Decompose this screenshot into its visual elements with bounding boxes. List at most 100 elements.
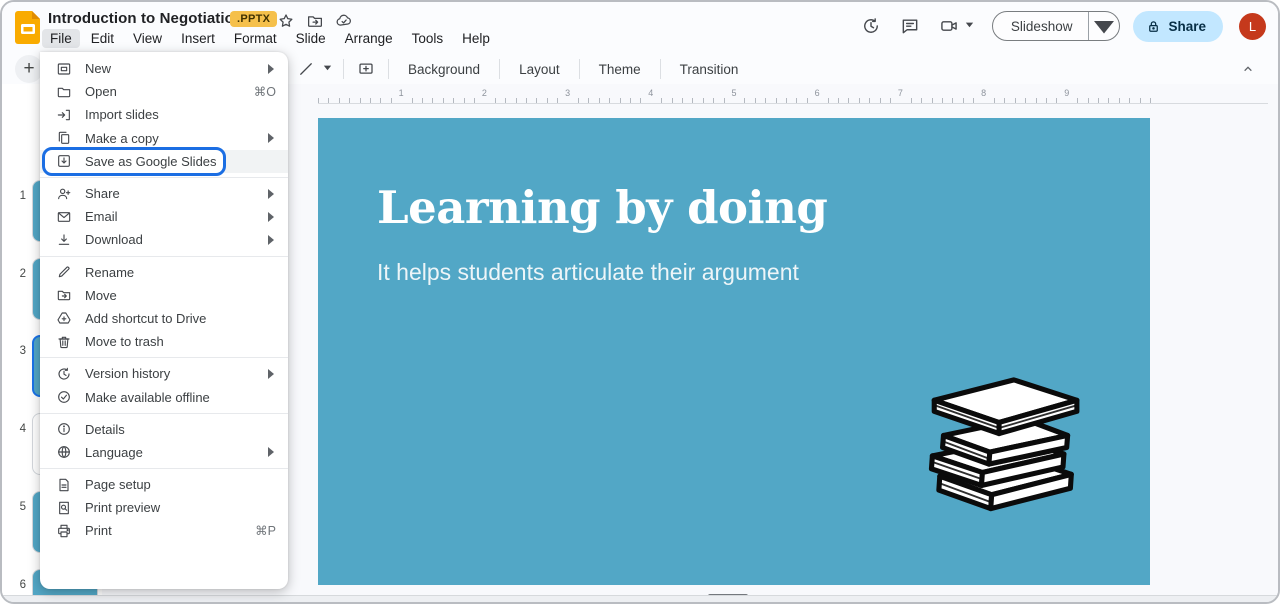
slide-canvas[interactable]: Learning by doing It helps students arti… [318, 118, 1150, 585]
file-menu-item-add-shortcut-to-drive[interactable]: Add shortcut to Drive [40, 307, 288, 330]
file-menu-item-label: Page setup [85, 477, 276, 492]
meet-camera-control[interactable] [936, 13, 975, 39]
slideshow-button[interactable]: Slideshow [993, 12, 1089, 40]
slideshow-dropdown-button[interactable] [1089, 12, 1119, 40]
file-menu-item-label: Details [85, 422, 276, 437]
ruler-tick [921, 98, 922, 103]
new-slide-button[interactable]: + [15, 55, 43, 83]
ruler-tick [869, 98, 870, 103]
ruler-tick [1088, 98, 1089, 103]
menu-edit[interactable]: Edit [83, 29, 122, 48]
comment-icon[interactable] [897, 13, 923, 39]
ruler-tick [422, 98, 423, 103]
submenu-arrow-icon [266, 235, 276, 245]
cloud-check-icon[interactable] [334, 11, 353, 30]
file-menu-item-move[interactable]: Move [40, 284, 288, 307]
ruler-tick [588, 98, 589, 103]
file-menu-item-version-history[interactable]: Version history [40, 362, 288, 385]
file-menu-item-label: Move to trash [85, 334, 276, 349]
avatar[interactable]: L [1239, 13, 1266, 40]
file-menu-item-rename[interactable]: Rename [40, 261, 288, 284]
menu-help[interactable]: Help [454, 29, 498, 48]
file-menu-item-language[interactable]: Language [40, 441, 288, 464]
trash-icon [55, 333, 72, 350]
menu-tools[interactable]: Tools [404, 29, 452, 48]
menu-insert[interactable]: Insert [173, 29, 223, 48]
file-menu-item-page-setup[interactable]: Page setup [40, 473, 288, 496]
file-menu-item-new[interactable]: New [40, 57, 288, 80]
ruler-number: 4 [644, 88, 658, 98]
document-title[interactable]: Introduction to Negotiation [48, 10, 243, 27]
file-menu-item-make-available-offline[interactable]: Make available offline [40, 385, 288, 408]
menu-view[interactable]: View [125, 29, 170, 48]
ruler-tick [380, 98, 381, 103]
info-icon [55, 421, 72, 438]
toolbar-button-theme[interactable]: Theme [590, 57, 650, 82]
folder-move-icon [55, 287, 72, 304]
ruler-tick [1119, 98, 1120, 103]
ruler-tick [963, 98, 964, 103]
version-history-icon[interactable] [858, 13, 884, 39]
slide-subtitle-text[interactable]: It helps students articulate their argum… [377, 259, 799, 286]
file-menu-item-move-to-trash[interactable]: Move to trash [40, 330, 288, 353]
pencil-icon [55, 264, 72, 281]
file-menu-item-import-slides[interactable]: Import slides [40, 103, 288, 126]
toolbar-button-transition[interactable]: Transition [671, 57, 748, 82]
share-button[interactable]: Share [1133, 11, 1223, 42]
file-menu-item-open[interactable]: Open ⌘O [40, 80, 288, 103]
ruler-baseline [318, 103, 1268, 104]
slideshow-split-button: Slideshow [992, 11, 1121, 41]
menu-separator [40, 468, 288, 469]
toolbar-button-background[interactable]: Background [399, 57, 489, 82]
ruler-number: 1 [394, 88, 408, 98]
slide-title-text[interactable]: Learning by doing [377, 181, 827, 234]
slide-number: 6 [8, 579, 26, 591]
file-menu-item-print-preview[interactable]: Print preview [40, 496, 288, 519]
file-menu-item-email[interactable]: Email [40, 205, 288, 228]
import-icon [55, 106, 72, 123]
slides-logo-icon[interactable] [15, 10, 41, 44]
file-menu-item-print[interactable]: Print ⌘P [40, 519, 288, 542]
menu-format[interactable]: Format [226, 29, 285, 48]
ruler-tick [453, 98, 454, 103]
collapse-toolbar-button[interactable] [1236, 57, 1260, 81]
ruler-tick [370, 98, 371, 103]
line-tool-icon[interactable] [294, 57, 318, 81]
file-menu-item-download[interactable]: Download [40, 228, 288, 251]
file-menu-item-share[interactable]: Share [40, 182, 288, 205]
file-menu-item-label: Save as Google Slides [85, 154, 276, 169]
ruler-tick [828, 98, 829, 103]
books-illustration[interactable] [912, 356, 1088, 526]
file-menu-item-label: Import slides [85, 107, 276, 122]
ruler-tick [339, 98, 340, 103]
save-icon [55, 153, 72, 170]
slides-doc-icon [55, 60, 72, 77]
ruler-tick [328, 98, 329, 103]
keyboard-shortcut: ⌘P [255, 523, 276, 538]
line-tool-caret-icon[interactable] [322, 60, 333, 78]
file-menu-item-details[interactable]: Details [40, 418, 288, 441]
file-format-badge: .PPTX [230, 11, 277, 27]
menu-file[interactable]: File [42, 29, 80, 48]
submenu-arrow-icon [266, 369, 276, 379]
ruler-tick [724, 98, 725, 103]
star-icon[interactable] [276, 11, 295, 30]
ruler-tick [661, 98, 662, 103]
ruler-tick [786, 98, 787, 103]
file-menu-item-label: New [85, 61, 253, 76]
insert-comment-icon[interactable] [354, 57, 378, 81]
file-menu-item-label: Rename [85, 265, 276, 280]
slide-number: 5 [8, 501, 26, 513]
menu-slide[interactable]: Slide [288, 29, 334, 48]
menu-arrange[interactable]: Arrange [337, 29, 401, 48]
toolbar-separator [660, 59, 661, 79]
ruler-tick [692, 98, 693, 103]
file-menu-item-save-as-google-slides[interactable]: Save as Google Slides [40, 150, 288, 173]
file-menu-item-label: Make available offline [85, 390, 276, 405]
folder-move-icon[interactable] [305, 11, 324, 30]
ruler-tick [744, 98, 745, 103]
ruler-number: 9 [1060, 88, 1074, 98]
toolbar-button-layout[interactable]: Layout [510, 57, 569, 82]
toolbar-separator [343, 59, 344, 79]
print-preview-icon [55, 499, 72, 516]
